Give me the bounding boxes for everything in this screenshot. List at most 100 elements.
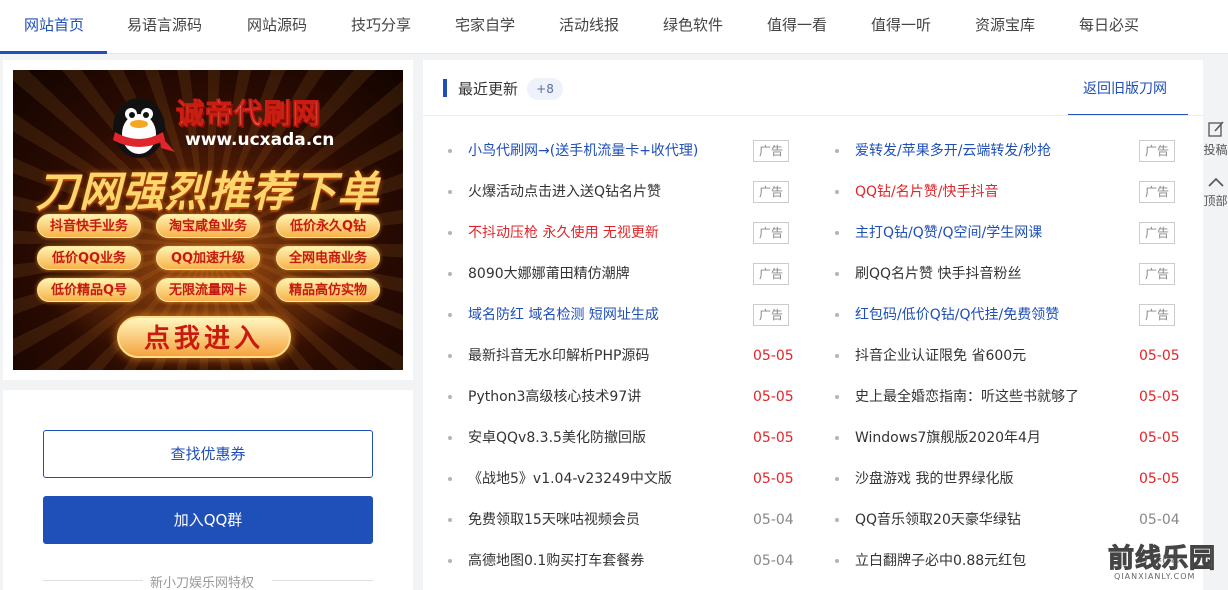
list-item-title[interactable]: 免费领取15天咪咕视频会员 [468,509,640,531]
bullet-dot [448,190,452,194]
list-item[interactable]: 免费领取15天咪咕视频会员 05-04 [448,509,794,531]
list-item[interactable]: 火爆活动点击进入送Q钻名片赞 广告 [448,181,789,203]
bullet-dot [835,190,839,194]
list-item[interactable]: QQ音乐领取20天豪华绿钻 05-04 [835,509,1180,531]
bullet-dot [835,231,839,235]
bullet-dot [835,313,839,317]
join-qq-group-button[interactable]: 加入QQ群 [43,496,373,544]
list-item[interactable]: 域名防红 域名检测 短网址生成 广告 [448,304,789,326]
list-item[interactable]: 《战地5》v1.04-v23249中文版 05-05 [448,468,794,490]
list-item[interactable]: 不抖动压枪 永久使用 无视更新 广告 [448,222,789,244]
bullet-dot [448,436,452,440]
nav-tab-website-source[interactable]: 网站源码 [247,0,307,54]
list-item[interactable]: 小鸟代刷网→(送手机流量卡+收代理) 广告 [448,140,789,162]
bullet-dot [448,354,452,358]
bullet-dot [448,272,452,276]
nav-tab-software[interactable]: 绿色软件 [663,0,723,54]
bullet-dot [835,518,839,522]
ad-banner[interactable]: 诚帝代刷网 www.ucxada.cn 刀网强烈推荐下单 抖音快手业务 淘宝咸鱼… [13,70,403,370]
find-coupon-button[interactable]: 查找优惠券 [43,430,373,478]
list-item-date: 05-05 [753,348,794,364]
list-item-title[interactable]: 爱转发/苹果多开/云端转发/秒抢 [855,140,1051,162]
nav-tab-eyuyan-source[interactable]: 易语言源码 [127,0,202,54]
banner-pill: 无限流量网卡 [156,278,260,302]
list-item-title[interactable]: 安卓QQv8.3.5美化防撤回版 [468,427,646,449]
bullet-dot [448,231,452,235]
banner-pill: 全网电商业务 [276,246,380,270]
nav-tab-tips[interactable]: 技巧分享 [351,0,411,54]
active-tab-indicator [0,51,107,54]
nav-tab-deals[interactable]: 活动线报 [559,0,619,54]
old-version-link[interactable]: 返回旧版刀网 [1083,78,1167,98]
list-item[interactable]: 最新抖音无水印解析PHP源码 05-05 [448,345,794,367]
list-item-title[interactable]: 史上最全婚恋指南：听这些书就够了 [855,386,1079,408]
list-item[interactable]: 高德地图0.1购买打车套餐券 05-04 [448,550,794,572]
list-item-title[interactable]: 最新抖音无水印解析PHP源码 [468,345,649,367]
nav-tab-daily-buy[interactable]: 每日必买 [1079,0,1139,54]
list-item[interactable]: 史上最全婚恋指南：听这些书就够了 05-05 [835,386,1180,408]
list-item-title[interactable]: Windows7旗舰版2020年4月 [855,427,1041,449]
nav-tab-worth-seeing[interactable]: 值得一看 [767,0,827,54]
ad-tag: 广告 [753,304,789,326]
nav-tab-worth-hearing[interactable]: 值得一听 [871,0,931,54]
list-item[interactable]: QQ钻/名片赞/快手抖音 广告 [835,181,1175,203]
bullet-dot [835,477,839,481]
list-item-title[interactable]: 《战地5》v1.04-v23249中文版 [468,468,672,490]
banner-pill: 精品高仿实物 [276,278,380,302]
list-item[interactable]: 刷QQ名片赞 快手抖音粉丝 广告 [835,263,1175,285]
left-action-card [3,390,413,590]
bullet-dot [835,395,839,399]
top-label: 顶部 [1203,194,1228,208]
nav-tab-home[interactable]: 网站首页 [24,0,84,54]
nav-tab-resources[interactable]: 资源宝库 [975,0,1035,54]
list-item-title[interactable]: QQ钻/名片赞/快手抖音 [855,181,998,203]
list-item[interactable]: 爱转发/苹果多开/云端转发/秒抢 广告 [835,140,1175,162]
bullet-dot [835,436,839,440]
list-item-title[interactable]: 火爆活动点击进入送Q钻名片赞 [468,181,661,203]
list-item-title[interactable]: QQ音乐领取20天豪华绿钻 [855,509,1021,531]
list-item-title[interactable]: 立白翻牌子必中0.88元红包 [855,550,1026,572]
bullet-dot [448,477,452,481]
banner-pill: 淘宝咸鱼业务 [156,214,260,238]
banner-enter-button[interactable]: 点我进入 [117,316,291,358]
list-item[interactable]: Windows7旗舰版2020年4月 05-05 [835,427,1180,449]
bullet-dot [448,149,452,153]
list-item-title[interactable]: Python3高级核心技术97讲 [468,386,641,408]
list-item-title[interactable]: 刷QQ名片赞 快手抖音粉丝 [855,263,1022,285]
ad-tag: 广告 [1139,222,1175,244]
list-item[interactable]: 抖音企业认证限免 省600元 05-05 [835,345,1180,367]
ad-tag: 广告 [753,140,789,162]
list-item-title[interactable]: 8090大娜娜莆田精仿潮牌 [468,263,630,285]
list-item[interactable]: 主打Q钻/Q赞/Q空间/学生网课 广告 [835,222,1175,244]
list-item-date: 05-05 [1139,348,1180,364]
list-item[interactable]: Python3高级核心技术97讲 05-05 [448,386,794,408]
nav-tab-self-study[interactable]: 宅家自学 [455,0,515,54]
list-item[interactable]: 安卓QQv8.3.5美化防撤回版 05-05 [448,427,794,449]
ad-tag: 广告 [753,181,789,203]
submit-tool[interactable]: 投稿 [1203,120,1228,158]
divider-left [43,580,143,581]
ad-tag: 广告 [1139,263,1175,285]
list-item-title[interactable]: 不抖动压枪 永久使用 无视更新 [468,222,659,244]
list-item[interactable]: 8090大娜娜莆田精仿潮牌 广告 [448,263,789,285]
list-item[interactable]: 沙盘游戏 我的世界绿化版 05-05 [835,468,1180,490]
watermark: 前线乐园 QIANXIANLY.COM [1107,538,1226,588]
banner-pill: 低价永久Q钻 [276,214,380,238]
list-item-date: 05-05 [753,471,794,487]
section-title: 最近更新 [458,80,519,98]
list-item-title[interactable]: 域名防红 域名检测 短网址生成 [468,304,659,326]
list-item-title[interactable]: 抖音企业认证限免 省600元 [855,345,1026,367]
list-item-title[interactable]: 小鸟代刷网→(送手机流量卡+收代理) [468,140,698,162]
list-item-title[interactable]: 高德地图0.1购买打车套餐券 [468,550,644,572]
ad-tag: 广告 [1139,181,1175,203]
list-item-title[interactable]: 主打Q钻/Q赞/Q空间/学生网课 [855,222,1042,244]
list-item[interactable]: 红包码/低价Q钻/Q代挂/免费领赞 广告 [835,304,1175,326]
list-item-date: 05-05 [1139,389,1180,405]
divider-right [272,580,373,581]
back-to-top-tool[interactable]: 顶部 [1203,175,1228,209]
list-item-title[interactable]: 沙盘游戏 我的世界绿化版 [855,468,1013,490]
ad-tag: 广告 [753,263,789,285]
list-item-date: 05-05 [753,430,794,446]
list-item-title[interactable]: 红包码/低价Q钻/Q代挂/免费领赞 [855,304,1059,326]
ad-tag: 广告 [753,222,789,244]
